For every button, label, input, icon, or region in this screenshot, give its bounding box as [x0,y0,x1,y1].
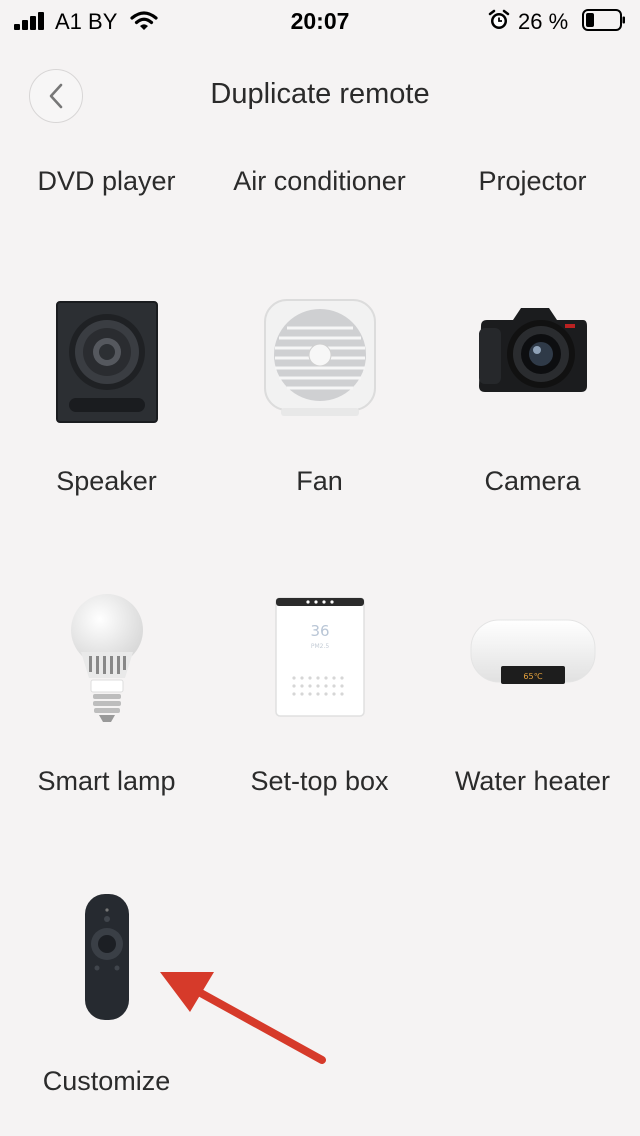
device-smart-lamp[interactable]: Smart lamp [0,590,213,810]
water-heater-display: 65℃ [523,672,542,681]
device-air-conditioner[interactable]: Air conditioner [213,160,426,210]
device-water-heater[interactable]: 65℃ Water heater [426,590,639,810]
set-top-box-display: 36 [310,622,329,640]
device-camera[interactable]: Camera [426,290,639,510]
device-dvd-player[interactable]: DVD player [0,160,213,210]
device-set-top-box[interactable]: 36 PM2.5 Set-top box [213,590,426,810]
fan-icon [263,299,376,416]
battery-icon [582,9,625,31]
battery-percent: 26 % [518,9,569,34]
lamp-icon [70,594,143,722]
status-bar: A1 BY 20:07 26 % [0,0,640,40]
device-label: Fan [296,466,343,496]
remote-control-icon [84,894,129,1020]
device-label: Projector [478,166,587,196]
device-label: DVD player [37,166,176,196]
page-title: Duplicate remote [210,78,430,110]
annotation-arrow-icon [160,972,326,1064]
device-label: Set-top box [250,766,389,796]
device-label: Air conditioner [233,166,406,196]
device-projector[interactable]: Projector [426,160,639,210]
water-heater-icon: 65℃ [470,619,595,684]
device-speaker[interactable]: Speaker [0,290,213,510]
device-label: Customize [42,1066,171,1096]
speaker-icon [55,301,158,423]
set-top-box-icon: 36 PM2.5 [274,597,365,717]
device-fan[interactable]: Fan [213,290,426,510]
alarm-icon [488,9,510,29]
device-label: Speaker [56,466,157,496]
camera-icon [478,308,587,392]
device-label: Water heater [454,766,611,796]
device-label: Smart lamp [37,766,176,796]
set-top-box-display-unit: PM2.5 [310,643,329,650]
device-label: Camera [484,466,581,496]
